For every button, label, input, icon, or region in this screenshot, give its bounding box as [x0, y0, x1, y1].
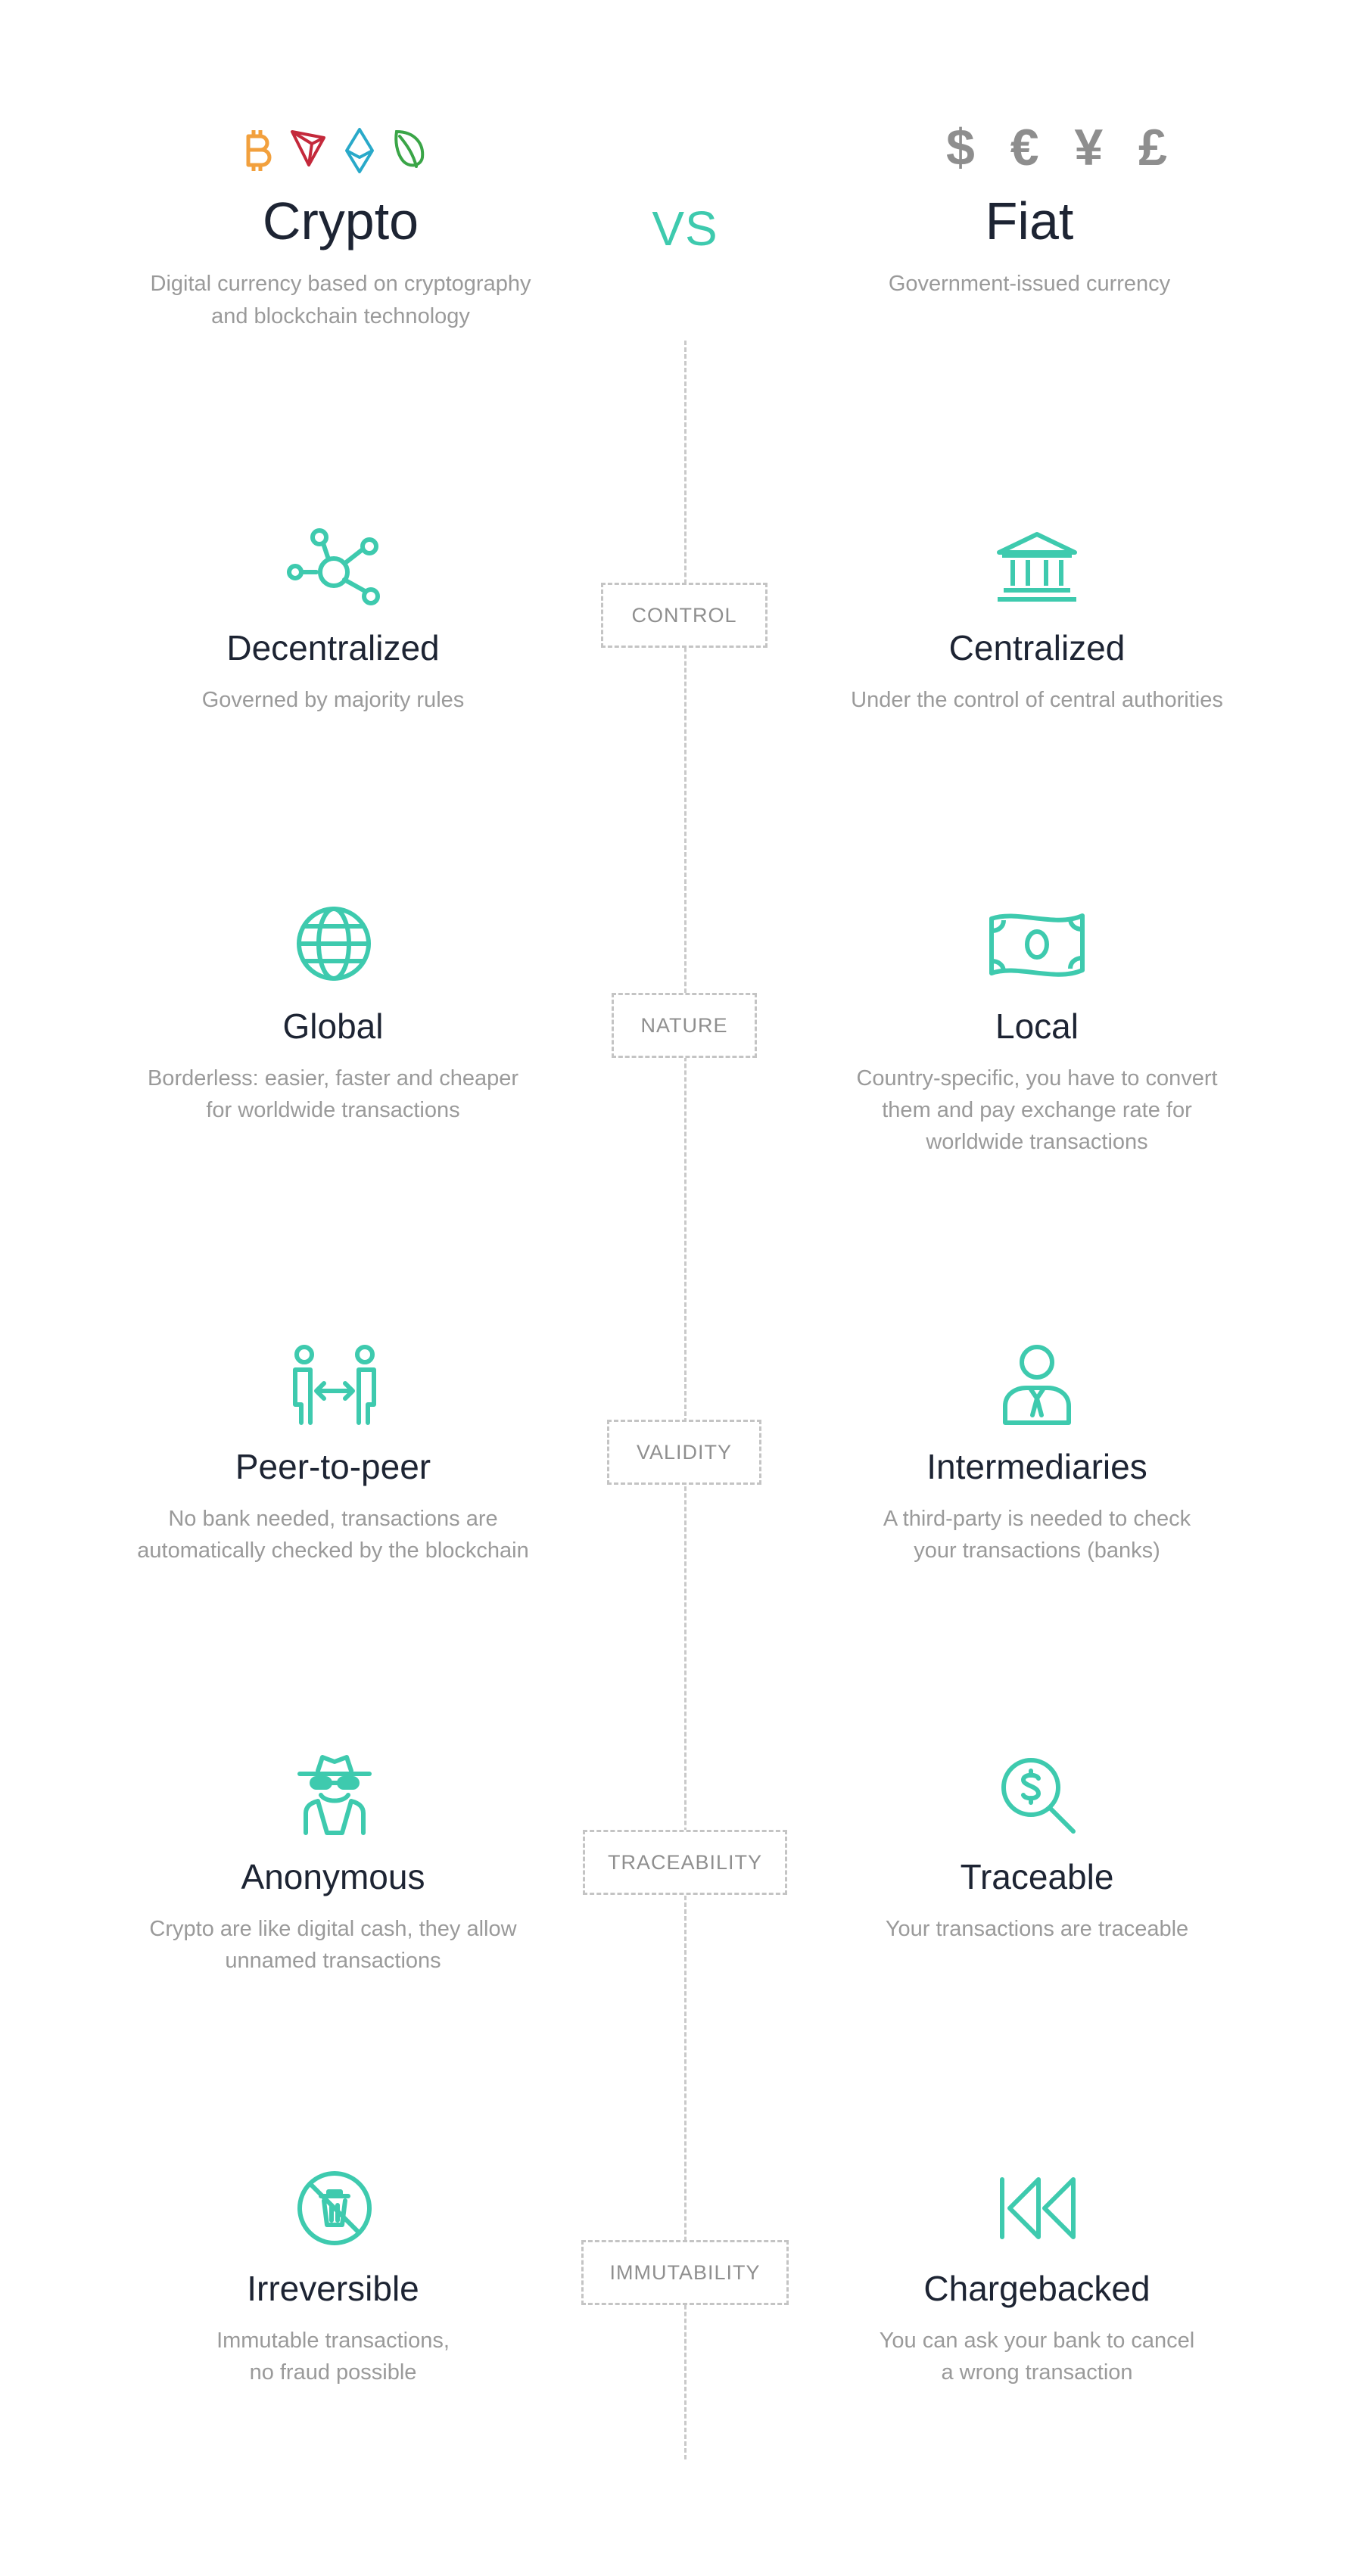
global-title: Global — [282, 1006, 384, 1046]
no-delete-icon — [297, 2171, 372, 2245]
intermediaries-desc-line-1: A third-party is needed to check — [883, 1507, 1191, 1531]
crypto-desc-line-2: and blockchain technology — [211, 304, 470, 328]
anonymous-desc-line-2: unnamed transactions — [225, 1949, 441, 1973]
irreversible-desc: Immutable transactions, no fraud possibl… — [106, 2325, 560, 2388]
center-divider-line — [684, 341, 687, 2459]
peer-to-peer-desc: No bank needed, transactions are automat… — [106, 1503, 560, 1566]
local-desc-line-1: Country-specific, you have to convert — [856, 1066, 1218, 1090]
traceable-desc: Your transactions are traceable — [810, 1913, 1264, 1945]
decentralized-title: Decentralized — [226, 628, 440, 667]
intermediaries-desc: A third-party is needed to check your tr… — [810, 1503, 1264, 1566]
crypto-description: Digital currency based on cryptography a… — [114, 268, 568, 333]
category-validity: VALIDITY — [607, 1420, 761, 1485]
businessman-icon — [1003, 1345, 1071, 1425]
traceable-title: Traceable — [960, 1857, 1114, 1896]
rewind-icon — [1000, 2177, 1076, 2239]
crypto-desc-line-1: Digital currency based on cryptography — [150, 272, 531, 296]
local-title: Local — [995, 1006, 1079, 1046]
local-desc-line-2: them and pay exchange rate for — [882, 1098, 1192, 1122]
centralized-block: Centralized Under the control of central… — [810, 627, 1264, 716]
network-icon — [287, 528, 380, 605]
crypto-coin-icons — [242, 127, 427, 174]
fiat-currency-symbols: $ € ¥ £ — [946, 119, 1178, 176]
decentralized-desc-line-1: Governed by majority rules — [201, 688, 465, 712]
chargebacked-title: Chargebacked — [923, 2269, 1150, 2308]
anonymous-block: Anonymous Crypto are like digital cash, … — [106, 1856, 560, 1977]
anonymous-desc-line-1: Crypto are like digital cash, they allow — [149, 1917, 517, 1941]
irreversible-title: Irreversible — [247, 2269, 419, 2308]
peer-to-peer-desc-line-2: automatically checked by the blockchain — [137, 1538, 529, 1563]
tron-icon — [291, 130, 325, 166]
fiat-header: Fiat Government-issued currency — [802, 191, 1256, 300]
fiat-desc-line-1: Government-issued currency — [888, 272, 1171, 296]
anonymous-desc: Crypto are like digital cash, they allow… — [106, 1913, 560, 1977]
traceable-desc-line-1: Your transactions are traceable — [885, 1917, 1189, 1941]
intermediaries-title: Intermediaries — [926, 1447, 1147, 1486]
crypto-title: Crypto — [262, 191, 419, 250]
banknote-icon — [989, 913, 1085, 977]
chargebacked-desc-line-2: a wrong transaction — [941, 2360, 1133, 2385]
centralized-desc-line-1: Under the control of central authorities — [851, 688, 1223, 712]
dollar-search-icon — [1001, 1758, 1076, 1834]
global-desc: Borderless: easier, faster and cheaper f… — [106, 1062, 560, 1126]
global-block: Global Borderless: easier, faster and ch… — [106, 1005, 560, 1126]
category-immutability: IMMUTABILITY — [581, 2240, 789, 2305]
irreversible-block: Irreversible Immutable transactions, no … — [106, 2267, 560, 2388]
ethereum-icon — [345, 128, 374, 173]
chargebacked-desc-line-1: You can ask your bank to cancel — [879, 2329, 1195, 2353]
local-block: Local Country-specific, you have to conv… — [810, 1005, 1264, 1158]
decentralized-block: Decentralized Governed by majority rules — [106, 627, 560, 716]
anonymous-title: Anonymous — [241, 1857, 425, 1896]
global-desc-line-2: for worldwide transactions — [206, 1098, 460, 1122]
local-desc: Country-specific, you have to convert th… — [810, 1062, 1264, 1158]
category-control: CONTROL — [601, 583, 768, 648]
irreversible-desc-line-2: no fraud possible — [249, 2360, 417, 2385]
peer-to-peer-block: Peer-to-peer No bank needed, transaction… — [106, 1445, 560, 1566]
vs-label: VS — [652, 201, 718, 256]
global-desc-line-1: Borderless: easier, faster and cheaper — [147, 1066, 519, 1090]
peer-exchange-icon — [293, 1345, 376, 1425]
chargebacked-desc: You can ask your bank to cancel a wrong … — [810, 2325, 1264, 2388]
bitcoin-icon — [246, 130, 272, 171]
category-nature: NATURE — [612, 993, 757, 1058]
fiat-title: Fiat — [985, 191, 1074, 250]
crypto-header: Crypto Digital currency based on cryptog… — [114, 191, 568, 333]
irreversible-desc-line-1: Immutable transactions, — [216, 2329, 450, 2353]
centralized-title: Centralized — [948, 628, 1126, 667]
leaf-coin-icon — [394, 129, 425, 168]
category-traceability: TRACEABILITY — [583, 1830, 787, 1895]
bank-icon — [997, 532, 1077, 602]
chargebacked-block: Chargebacked You can ask your bank to ca… — [810, 2267, 1264, 2388]
traceable-block: Traceable Your transactions are traceabl… — [810, 1856, 1264, 1945]
fiat-description: Government-issued currency — [802, 268, 1256, 300]
peer-to-peer-title: Peer-to-peer — [235, 1447, 431, 1486]
local-desc-line-3: worldwide transactions — [926, 1130, 1148, 1154]
globe-icon — [297, 907, 371, 981]
peer-to-peer-desc-line-1: No bank needed, transactions are — [168, 1507, 498, 1531]
spy-icon — [297, 1755, 372, 1835]
intermediaries-desc-line-2: your transactions (banks) — [914, 1538, 1160, 1563]
intermediaries-block: Intermediaries A third-party is needed t… — [810, 1445, 1264, 1566]
centralized-desc: Under the control of central authorities — [810, 684, 1264, 716]
decentralized-desc: Governed by majority rules — [106, 684, 560, 716]
